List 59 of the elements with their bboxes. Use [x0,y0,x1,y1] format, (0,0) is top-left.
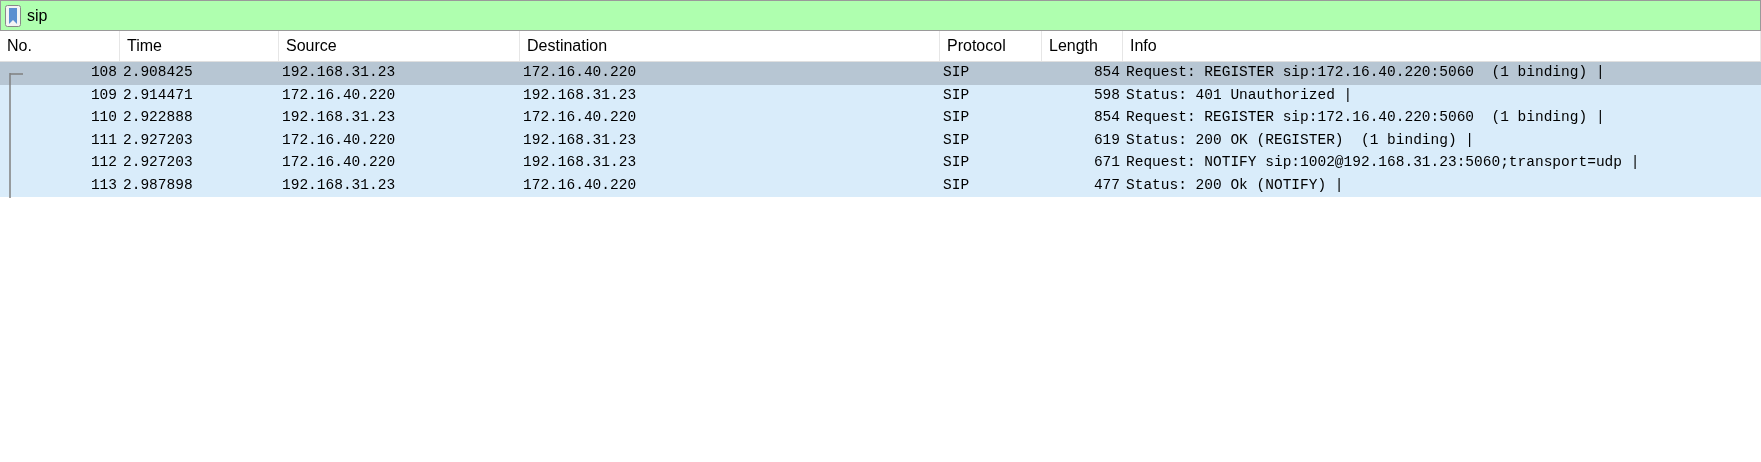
packet-row[interactable]: 112 2.927203 172.16.40.220 192.168.31.23 SIP 671 Request: NOTIFY sip:1002@192.168.31.23:5060;transport=udp | [0,152,1761,175]
column-header[interactable]: Source [279,31,520,61]
table-cell-text: 172.16.40.220 [523,63,637,83]
table-cell-text: 2.908425 [123,63,193,83]
filter-text: sip [27,5,48,26]
packet-row[interactable]: 109 2.914471 172.16.40.220 192.168.31.23 SIP 598 Status: 401 Unauthorized | [0,84,1761,107]
table-cell-text: Status: 200 OK (REGISTER) (1 binding) | [1126,130,1475,150]
packet-row[interactable]: 110 2.922888 192.168.31.23 172.16.40.220 SIP 854 Request: REGISTER sip:172.16.40.220:5060 (1 binding) | [0,107,1761,130]
table-cell-text: 854 [1093,63,1120,83]
column-header[interactable]: Destination [520,31,940,61]
table-cell-text: 113 [90,175,117,195]
table-cell-text: 108 [90,63,117,83]
table-cell-text: 2.927203 [123,130,193,150]
bookmark-icon[interactable] [5,4,21,27]
packet-row[interactable]: 108 2.908425 192.168.31.23 172.16.40.220 SIP 854 Request: REGISTER sip:172.16.40.220:5060 (1 binding) | [0,62,1761,85]
table-cell-text: SIP [943,63,970,83]
table-cell-text: 671 [1093,153,1120,173]
conversation-bracket-icon [9,73,25,198]
table-cell-text: 854 [1093,108,1120,128]
table-cell-text: 110 [90,108,117,128]
table-cell-text: 192.168.31.23 [523,130,637,150]
table-cell-text: 172.16.40.220 [282,153,396,173]
table-cell-text: 192.168.31.23 [282,108,396,128]
table-cell-text: SIP [943,153,970,173]
table-cell-text: 172.16.40.220 [282,85,396,105]
table-cell-text: 192.168.31.23 [282,175,396,195]
table-cell-text: 2.927203 [123,153,193,173]
table-cell-text: 477 [1093,175,1120,195]
table-cell-text: SIP [943,85,970,105]
table-cell-text: 172.16.40.220 [282,130,396,150]
packet-row[interactable]: 111 2.927203 172.16.40.220 192.168.31.23 SIP 619 Status: 200 OK (REGISTER) (1 binding) | [0,129,1761,152]
table-cell-text: Request: NOTIFY sip:1002@192.168.31.23:5060;transport=udp | [1126,153,1640,173]
column-header[interactable]: Info [1123,31,1761,61]
table-cell-text: 2.987898 [123,175,193,195]
table-cell-text: SIP [943,108,970,128]
column-header[interactable]: Length [1042,31,1123,61]
column-header[interactable]: Protocol [940,31,1042,61]
table-cell-text: SIP [943,175,970,195]
packet-row[interactable]: 113 2.987898 192.168.31.23 172.16.40.220 SIP 477 Status: 200 Ok (NOTIFY) | [0,174,1761,197]
table-cell-text: Request: REGISTER sip:172.16.40.220:5060 (1 binding) | [1126,63,1605,83]
table-cell-text: 192.168.31.23 [523,153,637,173]
table-cell-text: 2.914471 [123,85,193,105]
table-cell-text: 598 [1093,85,1120,105]
column-header[interactable]: Time [120,31,279,61]
table-cell-text: 111 [90,130,117,150]
table-cell-text: 109 [90,85,117,105]
column-header[interactable]: No. [0,31,120,61]
table-cell-text: SIP [943,130,970,150]
filter-bar[interactable]: sip [0,0,1761,31]
table-cell-text: 619 [1093,130,1120,150]
table-cell-text: 172.16.40.220 [523,108,637,128]
table-cell-text: 2.922888 [123,108,193,128]
table-cell-text: 192.168.31.23 [523,85,637,105]
table-cell-text: Status: 200 Ok (NOTIFY) | [1126,175,1344,195]
table-cell-text: 192.168.31.23 [282,63,396,83]
table-cell-text: Request: REGISTER sip:172.16.40.220:5060 (1 binding) | [1126,108,1605,128]
table-cell-text: 172.16.40.220 [523,175,637,195]
table-cell-text: 112 [90,153,117,173]
table-cell-text: Status: 401 Unauthorized | [1126,85,1353,105]
